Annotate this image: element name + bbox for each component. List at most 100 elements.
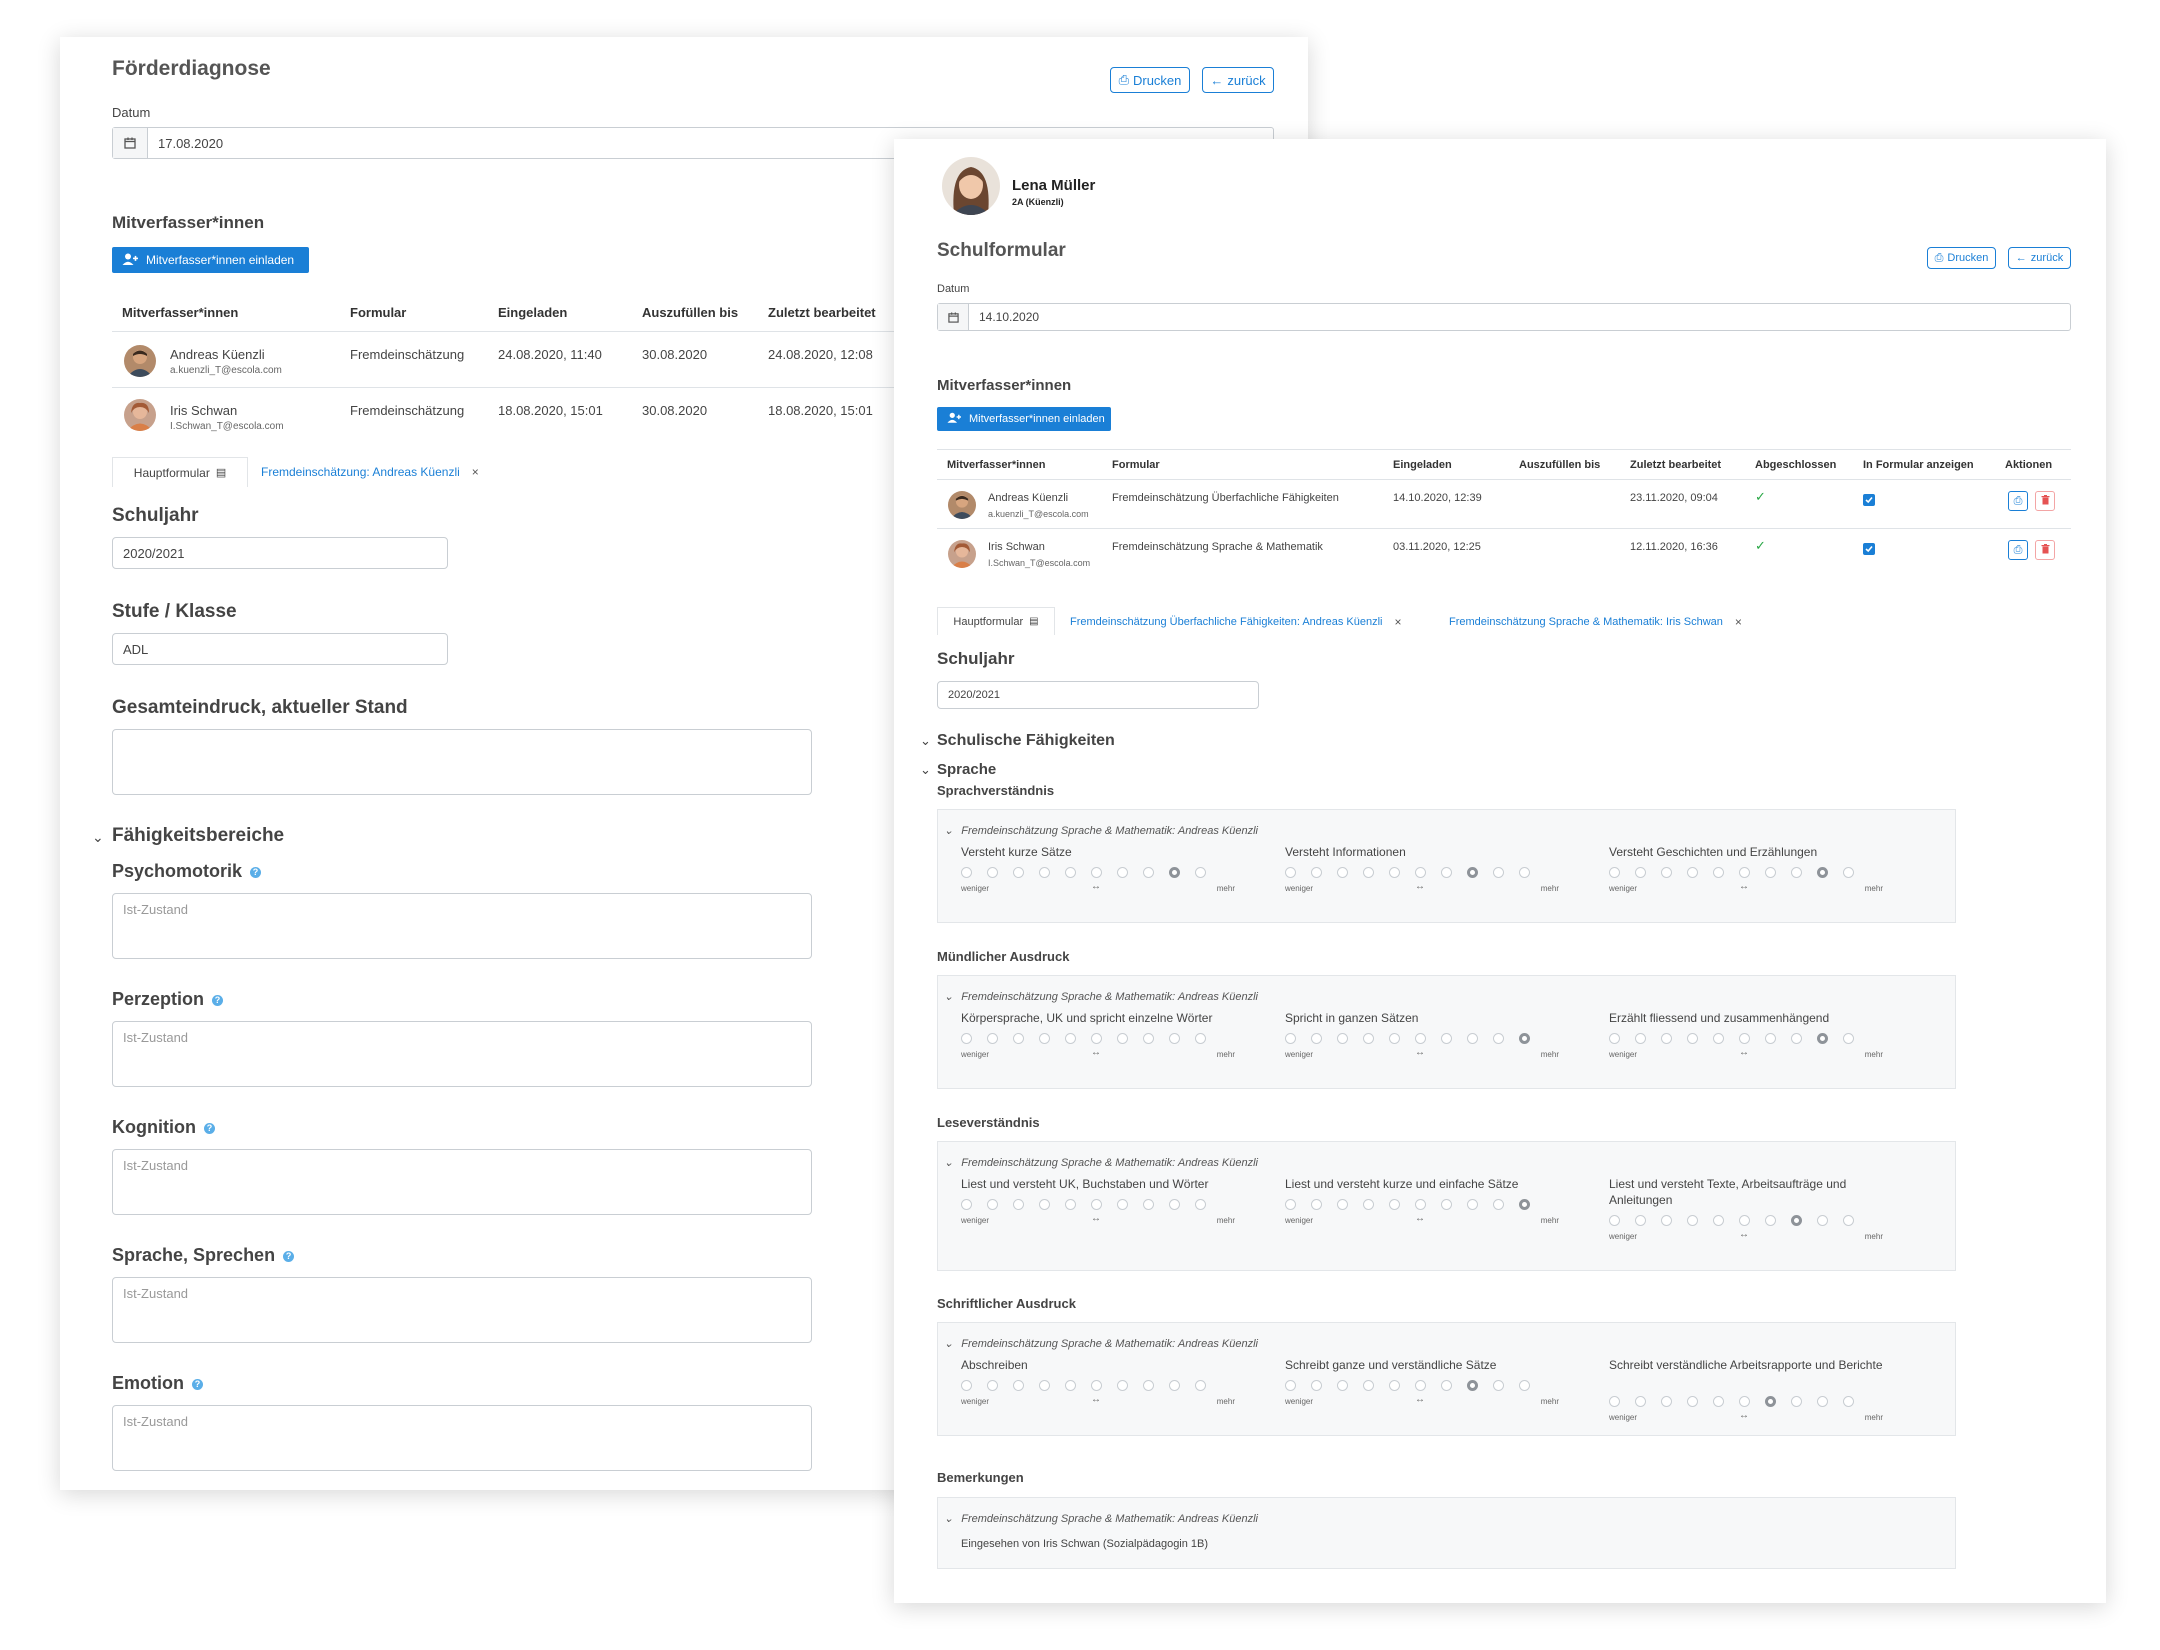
- rating-radio[interactable]: [1765, 867, 1776, 878]
- tab-external-assessment-1[interactable]: Fremdeinschätzung Überfachliche Fähigkei…: [1070, 615, 1401, 629]
- date-field[interactable]: 14.10.2020: [937, 303, 2071, 331]
- print-button[interactable]: ⎙ Drucken: [1110, 67, 1190, 93]
- rating-radio[interactable]: [1065, 1199, 1076, 1210]
- rating-radio[interactable]: [1013, 1033, 1024, 1044]
- rating-radio[interactable]: [987, 1033, 998, 1044]
- rating-radio[interactable]: [1493, 1199, 1504, 1210]
- chevron-down-icon[interactable]: ⌄: [944, 824, 953, 837]
- back-button[interactable]: ← zurück: [1202, 67, 1274, 93]
- emotion-textarea[interactable]: Ist-Zustand: [112, 1405, 812, 1471]
- rating-radio[interactable]: [987, 867, 998, 878]
- rating-radio[interactable]: [987, 1199, 998, 1210]
- rating-radio[interactable]: [1765, 1215, 1776, 1226]
- rating-radio[interactable]: [1065, 1033, 1076, 1044]
- rating-radio[interactable]: [1143, 1033, 1154, 1044]
- close-icon[interactable]: ×: [1735, 615, 1742, 629]
- rating-radio[interactable]: [1285, 867, 1296, 878]
- help-icon[interactable]: ?: [192, 1379, 203, 1390]
- print-row-button[interactable]: ⎙: [2008, 540, 2028, 560]
- rating-radio[interactable]: [1311, 867, 1322, 878]
- rating-radio[interactable]: [1843, 867, 1854, 878]
- rating-radio[interactable]: [1285, 1033, 1296, 1044]
- rating-radio[interactable]: [1143, 1199, 1154, 1210]
- rating-radio[interactable]: [1467, 1380, 1478, 1391]
- rating-radio[interactable]: [1169, 1380, 1180, 1391]
- rating-radio[interactable]: [1687, 1396, 1698, 1407]
- rating-radio[interactable]: [1687, 1215, 1698, 1226]
- rating-radio[interactable]: [1117, 867, 1128, 878]
- chevron-down-icon[interactable]: ⌄: [920, 762, 931, 778]
- rating-radio[interactable]: [1713, 1396, 1724, 1407]
- rating-radio[interactable]: [1467, 1033, 1478, 1044]
- rating-radio[interactable]: [961, 867, 972, 878]
- rating-radio[interactable]: [1195, 867, 1206, 878]
- schuljahr-field[interactable]: 2020/2021: [112, 537, 448, 569]
- invite-coauthors-button[interactable]: Mitverfasser*innen einladen: [937, 407, 1111, 431]
- rating-radio[interactable]: [961, 1199, 972, 1210]
- print-row-button[interactable]: ⎙: [2008, 491, 2028, 511]
- sprache-textarea[interactable]: Ist-Zustand: [112, 1277, 812, 1343]
- rating-radio[interactable]: [1493, 1033, 1504, 1044]
- rating-radio[interactable]: [1791, 867, 1802, 878]
- rating-radio[interactable]: [1609, 1033, 1620, 1044]
- rating-radio[interactable]: [1091, 867, 1102, 878]
- rating-radio[interactable]: [1843, 1033, 1854, 1044]
- rating-radio[interactable]: [1467, 1199, 1478, 1210]
- perzeption-textarea[interactable]: Ist-Zustand: [112, 1021, 812, 1087]
- rating-radio[interactable]: [1817, 1215, 1828, 1226]
- rating-radio[interactable]: [1519, 1199, 1530, 1210]
- rating-radio[interactable]: [1609, 867, 1620, 878]
- rating-radio[interactable]: [1843, 1215, 1854, 1226]
- rating-radio[interactable]: [1091, 1033, 1102, 1044]
- rating-radio[interactable]: [1285, 1199, 1296, 1210]
- rating-radio[interactable]: [1195, 1380, 1206, 1391]
- rating-radio[interactable]: [1713, 1215, 1724, 1226]
- rating-radio[interactable]: [1117, 1380, 1128, 1391]
- tab-external-assessment[interactable]: Fremdeinschätzung: Andreas Küenzli ×: [261, 465, 479, 479]
- rating-radio[interactable]: [1687, 867, 1698, 878]
- rating-radio[interactable]: [1519, 867, 1530, 878]
- chevron-down-icon[interactable]: ⌄: [944, 990, 953, 1003]
- rating-radio[interactable]: [1039, 1380, 1050, 1391]
- help-icon[interactable]: ?: [212, 995, 224, 1006]
- rating-radio[interactable]: [1791, 1396, 1802, 1407]
- rating-radio[interactable]: [1519, 1033, 1530, 1044]
- rating-radio[interactable]: [1739, 867, 1750, 878]
- rating-radio[interactable]: [1467, 867, 1478, 878]
- rating-radio[interactable]: [1791, 1215, 1802, 1226]
- schuljahr-field[interactable]: 2020/2021: [937, 681, 1259, 709]
- chevron-down-icon[interactable]: ⌄: [920, 733, 931, 749]
- rating-radio[interactable]: [1713, 1033, 1724, 1044]
- rating-radio[interactable]: [1013, 1380, 1024, 1391]
- rating-radio[interactable]: [1311, 1199, 1322, 1210]
- chevron-down-icon[interactable]: ⌄: [944, 1337, 953, 1350]
- rating-radio[interactable]: [1441, 1033, 1452, 1044]
- rating-radio[interactable]: [1337, 1033, 1348, 1044]
- rating-radio[interactable]: [1143, 1380, 1154, 1391]
- rating-radio[interactable]: [1169, 1033, 1180, 1044]
- help-icon[interactable]: ?: [283, 1251, 295, 1262]
- rating-radio[interactable]: [1195, 1199, 1206, 1210]
- rating-radio[interactable]: [1039, 1033, 1050, 1044]
- show-in-form-checkbox[interactable]: [1863, 494, 1875, 506]
- rating-radio[interactable]: [1415, 1380, 1426, 1391]
- rating-radio[interactable]: [1843, 1396, 1854, 1407]
- rating-radio[interactable]: [1661, 1396, 1672, 1407]
- rating-radio[interactable]: [1817, 1396, 1828, 1407]
- rating-radio[interactable]: [1311, 1033, 1322, 1044]
- rating-radio[interactable]: [1739, 1396, 1750, 1407]
- rating-radio[interactable]: [1415, 1199, 1426, 1210]
- rating-radio[interactable]: [1389, 1199, 1400, 1210]
- rating-radio[interactable]: [1635, 1215, 1646, 1226]
- rating-radio[interactable]: [1013, 867, 1024, 878]
- rating-radio[interactable]: [1337, 867, 1348, 878]
- rating-radio[interactable]: [961, 1380, 972, 1391]
- rating-radio[interactable]: [1117, 1199, 1128, 1210]
- rating-radio[interactable]: [1609, 1396, 1620, 1407]
- delete-row-button[interactable]: [2035, 491, 2055, 511]
- rating-radio[interactable]: [1337, 1199, 1348, 1210]
- rating-radio[interactable]: [1765, 1033, 1776, 1044]
- rating-radio[interactable]: [1039, 1199, 1050, 1210]
- help-icon[interactable]: ?: [250, 867, 262, 878]
- close-icon[interactable]: ×: [1394, 615, 1401, 629]
